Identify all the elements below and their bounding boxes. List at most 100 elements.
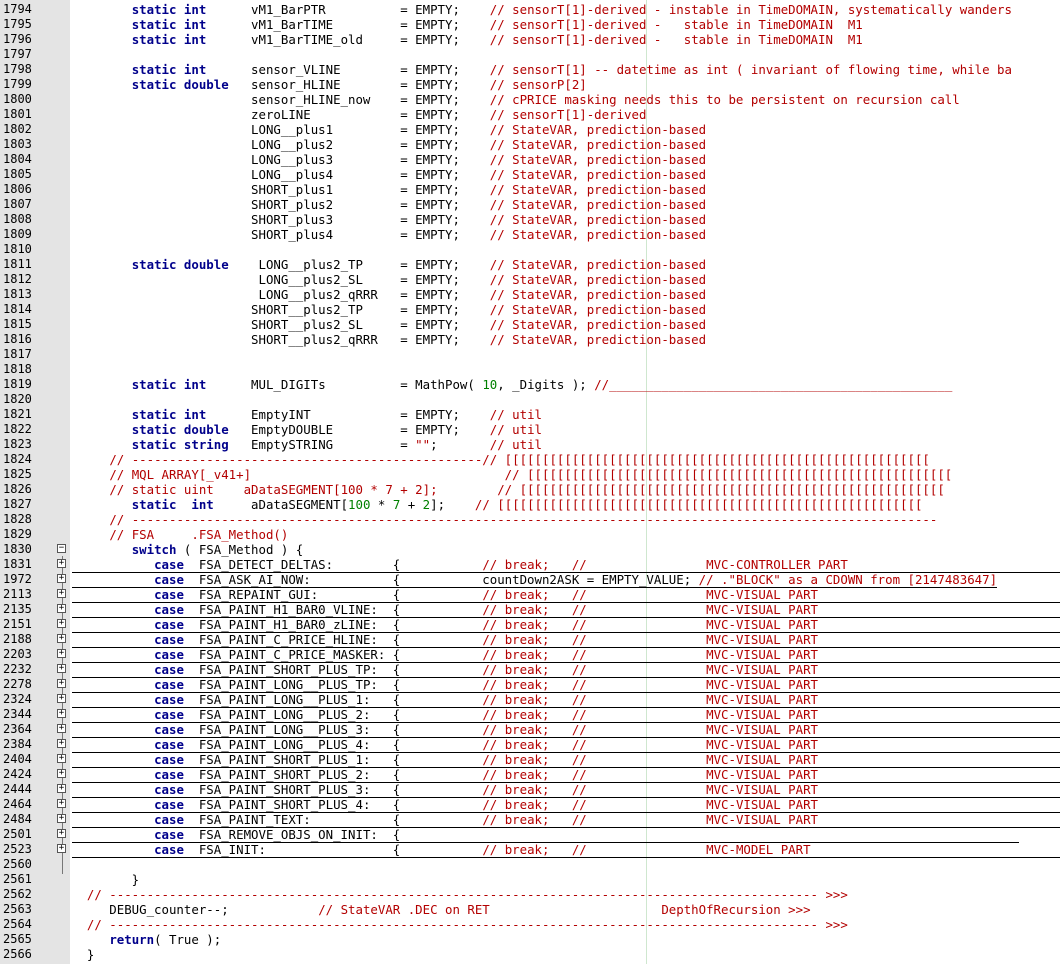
code-line[interactable]: 2113 + case FSA_REPAINT_GUI: { // break; … <box>0 587 1060 603</box>
code-line[interactable]: 1816 SHORT__plus2_qRRR = EMPTY; // State… <box>0 332 1060 347</box>
fold-expand-icon[interactable]: + <box>57 634 66 643</box>
line-number: 1799 <box>3 77 32 91</box>
code-line[interactable]: 1794 static int vM1_BarPTR = EMPTY; // s… <box>0 2 1060 17</box>
code-line[interactable]: 1799 static double sensor_HLINE = EMPTY;… <box>0 77 1060 92</box>
code-text: case FSA_PAINT_LONG__PLUS_2: { // break;… <box>72 707 1060 723</box>
code-line[interactable]: 1828 // --------------------------------… <box>0 512 1060 527</box>
code-line[interactable]: 1808 SHORT_plus3 = EMPTY; // StateVAR, p… <box>0 212 1060 227</box>
code-line[interactable]: 2404 + case FSA_PAINT_SHORT_PLUS_1: { // … <box>0 752 1060 768</box>
code-text: LONG__plus1 = EMPTY; // StateVAR, predic… <box>72 122 707 137</box>
fold-expand-icon[interactable]: + <box>57 559 66 568</box>
code-line[interactable]: 1798 static int sensor_VLINE = EMPTY; //… <box>0 62 1060 77</box>
code-line[interactable]: 1819 static int MUL_DIGITs = MathPow( 10… <box>0 377 1060 392</box>
code-line[interactable]: 1805 LONG__plus4 = EMPTY; // StateVAR, p… <box>0 167 1060 182</box>
fold-collapse-icon[interactable]: − <box>57 544 66 553</box>
fold-expand-icon[interactable]: + <box>57 754 66 763</box>
fold-expand-icon[interactable]: + <box>57 619 66 628</box>
code-line[interactable]: 1813 LONG__plus2_qRRR = EMPTY; // StateV… <box>0 287 1060 302</box>
code-line[interactable]: 1797 <box>0 47 1060 62</box>
fold-expand-icon[interactable]: + <box>57 799 66 808</box>
line-number: 2135 <box>3 602 32 616</box>
code-line[interactable]: 2501 + case FSA_REMOVE_OBJS_ON_INIT: { <box>0 827 1060 843</box>
code-line[interactable]: 1809 SHORT_plus4 = EMPTY; // StateVAR, p… <box>0 227 1060 242</box>
code-line[interactable]: 1830 − switch ( FSA_Method ) { <box>0 542 1060 557</box>
code-line[interactable]: 1810 <box>0 242 1060 257</box>
code-line[interactable]: 1826 // static uint aDataSEGMENT[100 * 7… <box>0 482 1060 497</box>
code-line[interactable]: 2232 + case FSA_PAINT_SHORT_PLUS_TP: { //… <box>0 662 1060 678</box>
code-line[interactable]: 1972 + case FSA_ASK_AI_NOW: { countDown2A… <box>0 572 1060 588</box>
code-line[interactable]: 1829 // FSA .FSA_Method() <box>0 527 1060 542</box>
fold-expand-icon[interactable]: + <box>57 829 66 838</box>
code-line[interactable]: 1804 LONG__plus3 = EMPTY; // StateVAR, p… <box>0 152 1060 167</box>
code-line[interactable]: 2135 + case FSA_PAINT_H1_BAR0_VLINE: { //… <box>0 602 1060 618</box>
code-line[interactable]: 1811 static double LONG__plus2_TP = EMPT… <box>0 257 1060 272</box>
code-line[interactable]: 2424 + case FSA_PAINT_SHORT_PLUS_2: { // … <box>0 767 1060 783</box>
fold-expand-icon[interactable]: + <box>57 769 66 778</box>
fold-expand-icon[interactable]: + <box>57 679 66 688</box>
code-line[interactable]: 2278 + case FSA_PAINT_LONG__PLUS_TP: { //… <box>0 677 1060 693</box>
fold-expand-icon[interactable]: + <box>57 784 66 793</box>
code-line[interactable]: 2562 // --------------------------------… <box>0 887 1060 902</box>
code-text: // MQL ARRAY[_v41+] // [[[[[[[[[[[[[[[[[… <box>109 467 953 482</box>
code-line[interactable]: 1796 static int vM1_BarTIME_old = EMPTY;… <box>0 32 1060 47</box>
code-line[interactable]: 1820 <box>0 392 1060 407</box>
code-line[interactable]: 1807 SHORT_plus2 = EMPTY; // StateVAR, p… <box>0 197 1060 212</box>
code-line[interactable]: 1831 + case FSA_DETECT_DELTAS: { // break… <box>0 557 1060 573</box>
code-line[interactable]: 1806 SHORT_plus1 = EMPTY; // StateVAR, p… <box>0 182 1060 197</box>
code-line[interactable]: 1825 // MQL ARRAY[_v41+] // [[[[[[[[[[[[… <box>0 467 1060 482</box>
code-text: case FSA_PAINT_LONG__PLUS_1: { // break;… <box>72 692 1060 708</box>
line-number: 2444 <box>3 782 32 796</box>
code-line[interactable]: 2151 + case FSA_PAINT_H1_BAR0_zLINE: { //… <box>0 617 1060 633</box>
code-line[interactable]: 1815 SHORT__plus2_SL = EMPTY; // StateVA… <box>0 317 1060 332</box>
code-line[interactable]: 2563 DEBUG_counter--; // StateVAR .DEC o… <box>0 902 1060 917</box>
fold-expand-icon[interactable]: + <box>57 664 66 673</box>
code-text: SHORT__plus2_qRRR = EMPTY; // StateVAR, … <box>72 332 707 347</box>
code-line[interactable]: 2484 + case FSA_PAINT_TEXT: { // break; /… <box>0 812 1060 828</box>
code-line[interactable]: 1801 zeroLINE = EMPTY; // sensorT[1]-der… <box>0 107 1060 122</box>
code-line[interactable]: 2566 } <box>0 947 1060 962</box>
code-line[interactable]: 1824 // --------------------------------… <box>0 452 1060 467</box>
code-line[interactable]: 2560 <box>0 857 1060 872</box>
line-number: 1809 <box>3 227 32 241</box>
code-line[interactable]: 2523 + case FSA_INIT: { // break; // MVC-… <box>0 842 1060 858</box>
line-number: 1826 <box>3 482 32 496</box>
fold-expand-icon[interactable]: + <box>57 649 66 658</box>
fold-expand-icon[interactable]: + <box>57 814 66 823</box>
code-line[interactable]: 1803 LONG__plus2 = EMPTY; // StateVAR, p… <box>0 137 1060 152</box>
code-line[interactable]: 1812 LONG__plus2_SL = EMPTY; // StateVAR… <box>0 272 1060 287</box>
fold-expand-icon[interactable]: + <box>57 739 66 748</box>
code-line[interactable]: 2188 + case FSA_PAINT_C_PRICE_HLINE: { //… <box>0 632 1060 648</box>
code-line[interactable]: 1800 sensor_HLINE_now = EMPTY; // cPRICE… <box>0 92 1060 107</box>
line-number: 1972 <box>3 572 32 586</box>
code-line[interactable]: 1818 <box>0 362 1060 377</box>
code-line[interactable]: 1822 static double EmptyDOUBLE = EMPTY; … <box>0 422 1060 437</box>
code-line[interactable]: 2444 + case FSA_PAINT_SHORT_PLUS_3: { // … <box>0 782 1060 798</box>
fold-expand-icon[interactable]: + <box>57 694 66 703</box>
code-line[interactable]: 2564 // --------------------------------… <box>0 917 1060 932</box>
line-number: 2424 <box>3 767 32 781</box>
code-line[interactable]: 1802 LONG__plus1 = EMPTY; // StateVAR, p… <box>0 122 1060 137</box>
code-text: LONG__plus2 = EMPTY; // StateVAR, predic… <box>72 137 707 152</box>
code-line[interactable]: 2565 return( True ); <box>0 932 1060 947</box>
fold-expand-icon[interactable]: + <box>57 844 66 853</box>
line-number: 2464 <box>3 797 32 811</box>
code-text: case FSA_ASK_AI_NOW: { countDown2ASK = E… <box>72 572 998 588</box>
code-line[interactable]: 2203 + case FSA_PAINT_C_PRICE_MASKER: { /… <box>0 647 1060 663</box>
code-line[interactable]: 2561 } <box>0 872 1060 887</box>
fold-expand-icon[interactable]: + <box>57 574 66 583</box>
fold-expand-icon[interactable]: + <box>57 589 66 598</box>
code-line[interactable]: 1827 static int aDataSEGMENT[100 * 7 + 2… <box>0 497 1060 512</box>
code-line[interactable]: 2364 + case FSA_PAINT_LONG__PLUS_3: { // … <box>0 722 1060 738</box>
code-line[interactable]: 1795 static int vM1_BarTIME = EMPTY; // … <box>0 17 1060 32</box>
code-line[interactable]: 2344 + case FSA_PAINT_LONG__PLUS_2: { // … <box>0 707 1060 723</box>
code-line[interactable]: 2384 + case FSA_PAINT_LONG__PLUS_4: { // … <box>0 737 1060 753</box>
code-line[interactable]: 1821 static int EmptyINT = EMPTY; // uti… <box>0 407 1060 422</box>
code-line[interactable]: 1823 static string EmptySTRING = ""; // … <box>0 437 1060 452</box>
code-line[interactable]: 2464 + case FSA_PAINT_SHORT_PLUS_4: { // … <box>0 797 1060 813</box>
fold-expand-icon[interactable]: + <box>57 724 66 733</box>
code-line[interactable]: 2324 + case FSA_PAINT_LONG__PLUS_1: { // … <box>0 692 1060 708</box>
fold-expand-icon[interactable]: + <box>57 709 66 718</box>
fold-expand-icon[interactable]: + <box>57 604 66 613</box>
code-line[interactable]: 1817 <box>0 347 1060 362</box>
code-line[interactable]: 1814 SHORT__plus2_TP = EMPTY; // StateVA… <box>0 302 1060 317</box>
